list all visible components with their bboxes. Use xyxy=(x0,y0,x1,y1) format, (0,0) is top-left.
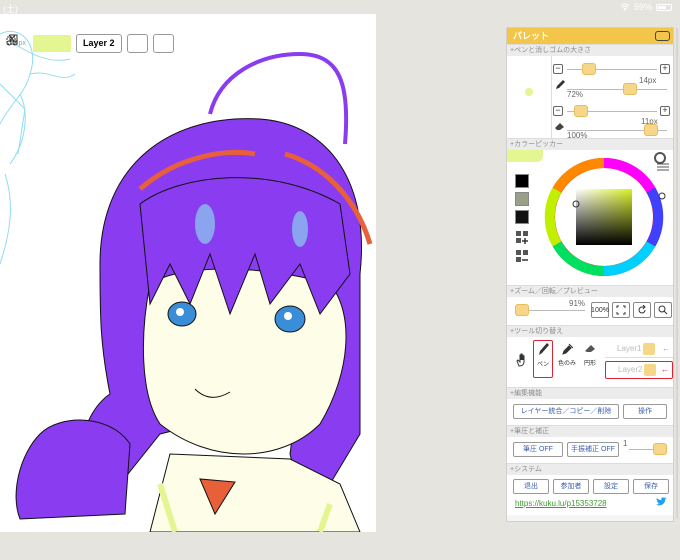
palette-title: パレット xyxy=(513,31,550,41)
pen-opacity-value: 72% xyxy=(567,90,584,99)
room-link[interactable]: https://kuku.lu/p15353728 xyxy=(515,499,607,508)
members-button[interactable]: 参加者 xyxy=(553,479,589,494)
settings-button[interactable]: 設定 xyxy=(593,479,629,494)
edit-section: レイヤー統合／コピー／削除 操作 xyxy=(507,399,673,425)
wifi-icon xyxy=(620,3,630,11)
pen-tool-button[interactable]: ペン xyxy=(533,340,553,378)
status-bar: (土) 59% xyxy=(0,0,680,14)
battery-percent: 59% xyxy=(633,2,652,12)
eyedropper-tool-button[interactable]: 色のみ xyxy=(557,340,577,378)
collapse-button[interactable] xyxy=(655,31,670,41)
eraser-tool-button[interactable]: 円形 xyxy=(580,340,600,378)
eraser-tool-icon xyxy=(585,345,595,352)
section-system: +システム xyxy=(507,463,673,475)
eraser-tool-label: 円形 xyxy=(583,361,596,367)
palette-scrollbar[interactable] xyxy=(676,28,678,518)
operations-button[interactable]: 操作 xyxy=(623,404,667,419)
eraser-size-minus-button[interactable]: − xyxy=(553,106,563,116)
eraser-opacity-value: 100% xyxy=(567,131,588,140)
swatch-3[interactable] xyxy=(515,210,529,224)
palette-header: パレット xyxy=(507,28,673,44)
layer1-arrow-icon: ← xyxy=(662,344,670,353)
section-pressure: +筆圧と補正 xyxy=(507,425,673,437)
layer2-arrow-icon: ← xyxy=(661,365,669,374)
picker-mode-icon[interactable] xyxy=(653,152,671,172)
remove-swatch-icon[interactable] xyxy=(515,249,531,265)
zoom-section: 91% 100% xyxy=(507,297,673,325)
swatch-2[interactable] xyxy=(515,192,529,206)
section-color-picker: +カラーピッカー xyxy=(507,138,673,150)
canvas-toolbar: 14px Layer 2 xyxy=(6,34,174,53)
zoom-value: 91% xyxy=(569,299,586,308)
current-color-band xyxy=(507,150,543,162)
stabilizer-slider[interactable] xyxy=(653,443,667,455)
merge-layers-button[interactable]: レイヤー統合／コピー／削除 xyxy=(513,404,619,419)
pressure-toggle-button[interactable]: 筆圧 OFF xyxy=(513,442,563,457)
section-tool-switch: +ツール切り替え xyxy=(507,325,673,337)
layer2-row[interactable]: Layer2 ← xyxy=(605,361,673,379)
eyedropper-icon xyxy=(562,343,574,355)
zoom-slider[interactable] xyxy=(515,304,529,316)
pressure-section: 筆圧 OFF 手振補正 OFF 1 xyxy=(507,437,673,463)
battery-icon xyxy=(656,3,672,11)
pen-size-minus-button[interactable]: − xyxy=(553,64,563,74)
layer-button[interactable]: Layer 2 xyxy=(76,34,122,53)
brush-preview-dot xyxy=(525,88,533,96)
pen-size-plus-button[interactable]: + xyxy=(660,64,670,74)
current-color-swatch[interactable] xyxy=(33,35,71,52)
pen-size-value: 14px xyxy=(639,76,657,85)
palette-panel: パレット +ペンと消しゴムの大きさ − + 14px 72% − + 11px … xyxy=(506,27,674,522)
color-wheel[interactable] xyxy=(539,152,669,282)
section-edit: +編集機能 xyxy=(507,387,673,399)
eraser-icon xyxy=(555,123,564,130)
layer1-color-chip xyxy=(643,343,655,355)
section-zoom: +ズーム／回転／プレビュー xyxy=(507,285,673,297)
section-pen-size: +ペンと消しゴムの大きさ xyxy=(507,44,673,56)
layer2-label: Layer2 xyxy=(618,365,643,374)
rotate-icon[interactable] xyxy=(633,302,651,318)
eraser-size-slider[interactable] xyxy=(574,105,588,117)
eraser-size-plus-button[interactable]: + xyxy=(660,106,670,116)
pen-size-slider[interactable] xyxy=(582,63,596,75)
selection-icon[interactable] xyxy=(6,34,174,53)
pen-size-track xyxy=(567,69,657,70)
hand-icon[interactable] xyxy=(515,353,529,367)
leave-button[interactable]: 退出 xyxy=(513,479,549,494)
fit-screen-icon[interactable] xyxy=(612,302,630,318)
layer1-label: Layer1 xyxy=(617,344,642,353)
stabilizer-value: 1 xyxy=(623,439,628,448)
eyedropper-tool-label: 色のみ xyxy=(557,361,576,367)
tool-switch-section: ペン 色のみ 円形 Layer1 ← Layer2 ← xyxy=(507,337,673,387)
pen-icon xyxy=(556,80,565,89)
layer1-row[interactable]: Layer1 ← xyxy=(605,340,673,358)
stabilizer-toggle-button[interactable]: 手振補正 OFF xyxy=(567,442,619,457)
zoom-100-button[interactable]: 100% xyxy=(591,302,609,318)
layer2-color-chip xyxy=(644,364,656,376)
save-button[interactable]: 保存 xyxy=(633,479,669,494)
pen-tool-label: ペン xyxy=(536,362,549,368)
preview-search-icon[interactable] xyxy=(654,302,672,318)
pen-tool-icon xyxy=(539,343,549,355)
eraser-opacity-slider[interactable] xyxy=(644,124,658,136)
twitter-icon[interactable] xyxy=(656,497,667,507)
swatch-1[interactable] xyxy=(515,174,529,188)
divider xyxy=(551,56,552,138)
scissors-icon[interactable] xyxy=(6,34,148,53)
system-section: 退出 参加者 設定 保存 https://kuku.lu/p15353728 xyxy=(507,475,673,515)
pen-opacity-slider[interactable] xyxy=(623,83,637,95)
status-right: 59% xyxy=(620,2,672,12)
color-picker-section xyxy=(507,150,673,285)
artwork xyxy=(0,30,373,532)
drawing-canvas[interactable]: 14px Layer 2 xyxy=(0,14,376,532)
add-swatch-icon[interactable] xyxy=(515,230,531,246)
pen-size-section: − + 14px 72% − + 11px 100% xyxy=(507,56,673,140)
